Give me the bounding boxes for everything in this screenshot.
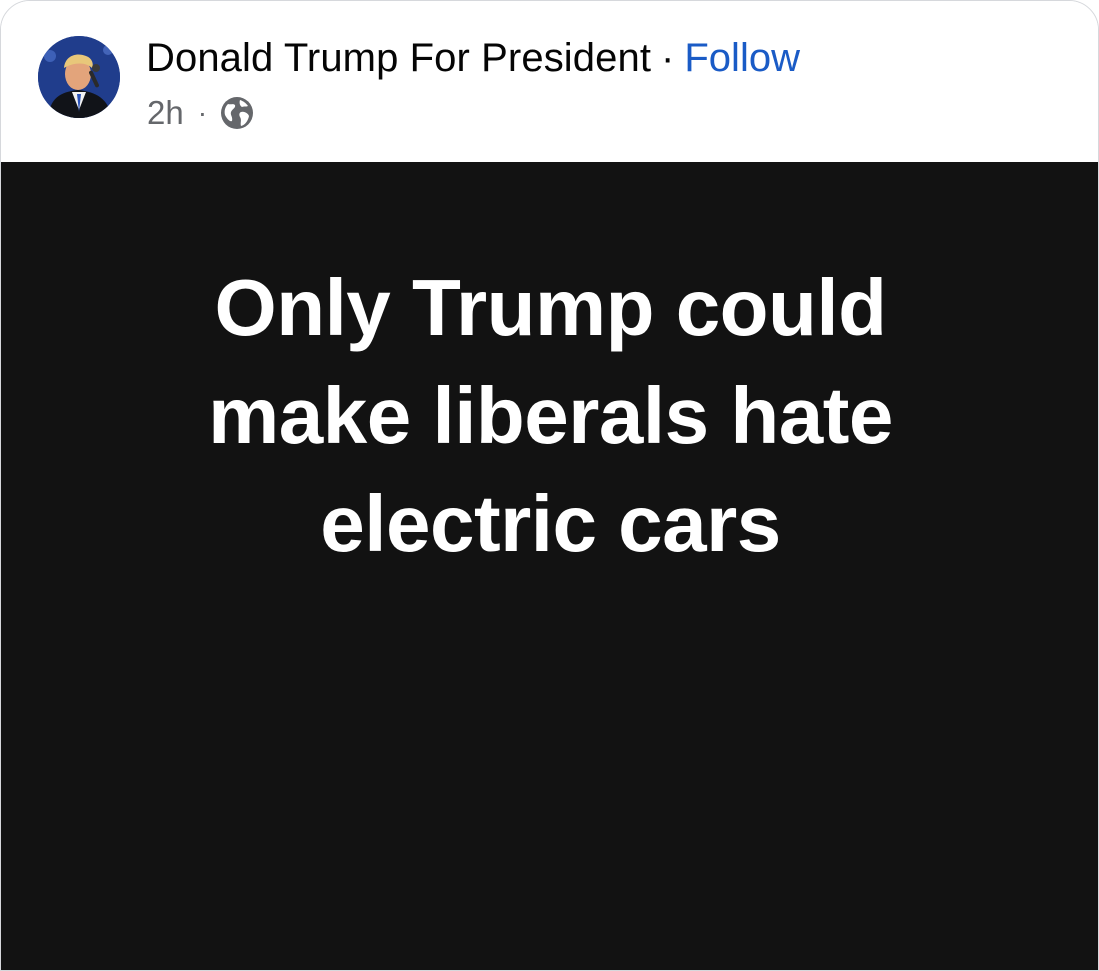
globe-icon[interactable] bbox=[219, 95, 255, 131]
post-image-text: Only Trump could make liberals hate elec… bbox=[51, 254, 1050, 578]
author-name-link[interactable]: Donald Trump For President bbox=[146, 36, 651, 80]
post-text-line: Only Trump could bbox=[214, 263, 887, 352]
avatar-image bbox=[38, 36, 120, 118]
post-card: Donald Trump For President · Follow 2h · O… bbox=[0, 0, 1099, 971]
follow-button[interactable]: Follow bbox=[684, 36, 800, 80]
meta-separator: · bbox=[197, 97, 208, 128]
author-separator: · bbox=[661, 36, 675, 80]
post-text-line: electric cars bbox=[320, 479, 781, 568]
timestamp[interactable]: 2h bbox=[147, 93, 184, 133]
author-line: Donald Trump For President · Follow bbox=[146, 33, 800, 83]
post-header: Donald Trump For President · Follow 2h · bbox=[1, 1, 1098, 161]
avatar[interactable] bbox=[38, 36, 120, 118]
post-meta: 2h · bbox=[147, 93, 255, 133]
post-text-line: make liberals hate bbox=[208, 371, 893, 460]
